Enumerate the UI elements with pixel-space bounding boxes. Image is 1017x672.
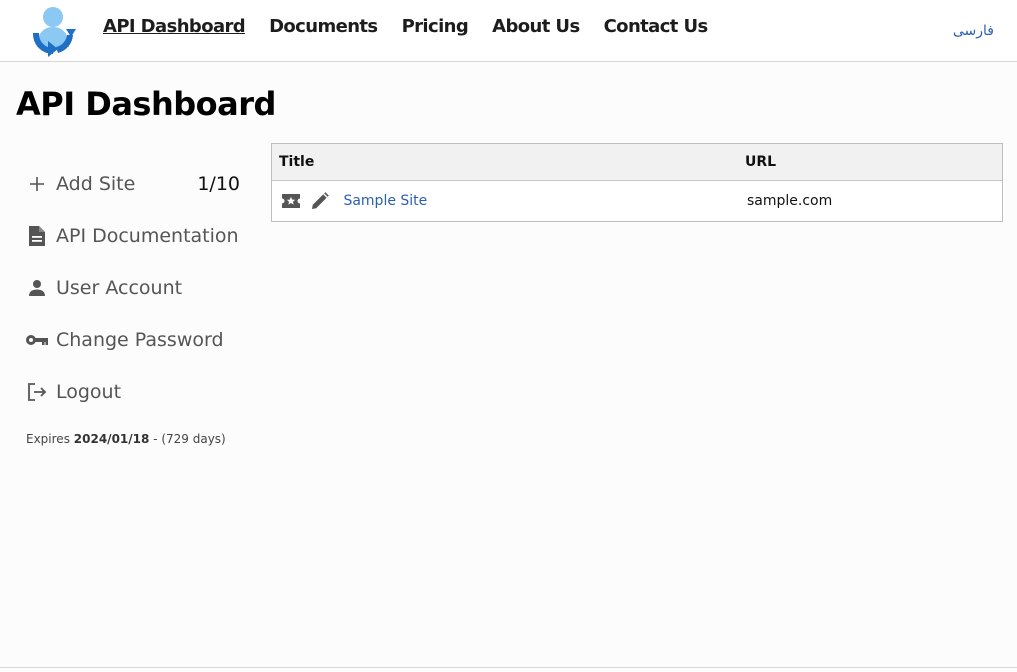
sidebar-item-api-documentation[interactable]: API Documentation (26, 210, 240, 262)
sidebar: Add Site 1/10 API Documentation User Acc… (26, 158, 240, 446)
site-title-link[interactable]: Sample Site (343, 193, 427, 209)
sidebar-item-label: API Documentation (56, 225, 239, 247)
row-actions (281, 191, 339, 210)
document-icon (26, 225, 48, 247)
expiry-remaining: - (729 days) (153, 432, 226, 446)
sidebar-item-label: User Account (56, 277, 183, 299)
sidebar-item-logout[interactable]: Logout (26, 366, 240, 418)
sidebar-item-label: Logout (56, 381, 122, 403)
nav-contact-us[interactable]: Contact Us (604, 15, 709, 39)
column-header-url: URL (738, 144, 1002, 181)
sidebar-item-change-password[interactable]: Change Password (26, 314, 240, 366)
key-icon (26, 329, 48, 351)
sidebar-item-label: Add Site (56, 173, 136, 195)
expiry-date: 2024/01/18 (73, 432, 150, 446)
person-icon (26, 277, 48, 299)
site-count: 1/10 (197, 173, 240, 195)
column-header-title: Title (272, 144, 738, 181)
sidebar-item-label: Change Password (56, 329, 224, 351)
table-row: Sample Site sample.com (272, 180, 1002, 221)
nav-documents[interactable]: Documents (269, 15, 378, 39)
pencil-icon[interactable] (311, 191, 329, 210)
footer-divider (0, 667, 1017, 668)
nav-about-us[interactable]: About Us (492, 15, 580, 39)
page-title: API Dashboard (16, 85, 276, 123)
main-nav: API Dashboard Documents Pricing About Us… (103, 15, 732, 39)
cell-title: Sample Site (272, 180, 738, 221)
language-switch-link[interactable]: فارسی (953, 23, 994, 39)
sidebar-item-user-account[interactable]: User Account (26, 262, 240, 314)
expiry-prefix: Expires (26, 432, 70, 446)
top-navigation-bar: API Dashboard Documents Pricing About Us… (0, 0, 1017, 62)
subscription-expiry: Expires 2024/01/18 - (729 days) (26, 432, 240, 446)
logout-icon (26, 381, 48, 403)
cell-url: sample.com (747, 192, 833, 209)
logo-person-refresh-icon[interactable] (28, 3, 78, 57)
sidebar-item-add-site[interactable]: Add Site 1/10 (26, 158, 240, 210)
ticket-star-icon[interactable] (281, 193, 301, 209)
table-header-row: Title URL (272, 144, 1002, 181)
nav-pricing[interactable]: Pricing (402, 15, 469, 39)
nav-api-dashboard[interactable]: API Dashboard (103, 15, 246, 39)
sites-table: Title URL Sample Site sample.com (271, 143, 1003, 222)
plus-icon (26, 173, 48, 195)
